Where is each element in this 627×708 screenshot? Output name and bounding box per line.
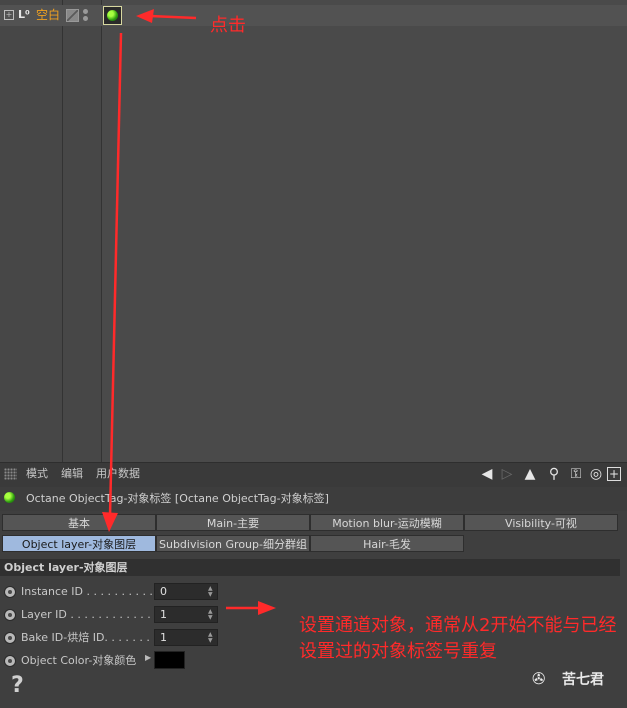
watermark-text: 苦七君 bbox=[562, 672, 604, 688]
note-annotation: 设置通道对象，通常从2开始不能与已经设置过的对象标签号重复 bbox=[299, 615, 617, 662]
arrow-to-layer-id bbox=[226, 601, 276, 615]
arrow-to-tag bbox=[136, 9, 197, 23]
arrow-to-object-layer-tab bbox=[102, 32, 123, 532]
click-annotation: 点击 bbox=[210, 15, 246, 36]
wechat-icon: ✇ bbox=[532, 669, 546, 688]
annotation-arrows bbox=[102, 9, 276, 615]
